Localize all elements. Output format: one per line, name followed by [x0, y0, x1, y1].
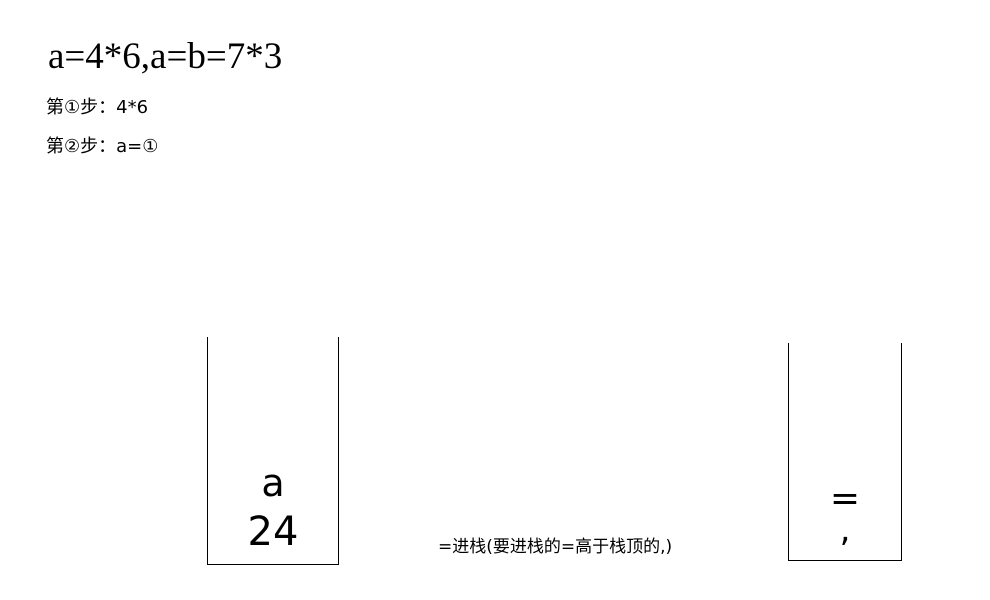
- operator-stack: = ,: [788, 343, 902, 561]
- push-note: =进栈(要进栈的=高于栈顶的,): [438, 537, 673, 557]
- step-2-text: 第②步：a=①: [46, 136, 159, 157]
- operand-stack-item: a: [261, 461, 285, 505]
- operator-stack-item: ,: [839, 510, 851, 550]
- operand-stack-item: 24: [247, 509, 299, 555]
- operand-stack: a 24: [207, 337, 339, 565]
- expression-title: a=4*6,a=b=7*3: [48, 36, 283, 77]
- step-1-text: 第①步：4*6: [46, 97, 149, 118]
